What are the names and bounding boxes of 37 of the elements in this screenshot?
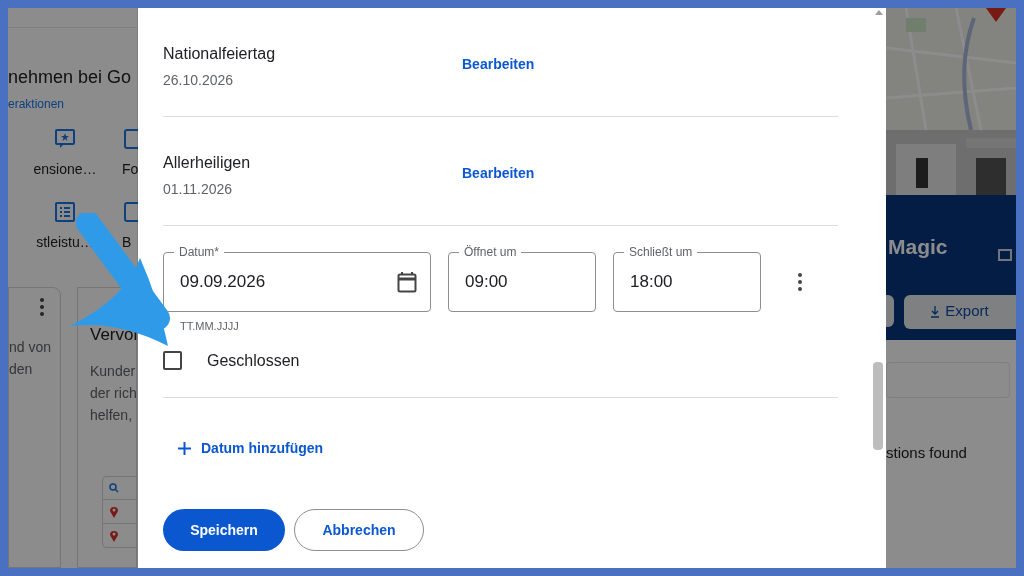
- holiday-date: 26.10.2026: [163, 70, 235, 90]
- export-button[interactable]: Export: [904, 294, 1016, 329]
- search-field[interactable]: [886, 362, 1010, 398]
- helper-text: TT.MM.JJJJ: [180, 319, 240, 334]
- more-icon[interactable]: [798, 273, 802, 291]
- card-text: Kunder der rich helfen,: [90, 361, 136, 425]
- checkbox-label[interactable]: Geschlossen: [207, 348, 300, 373]
- card-text: nd von den: [9, 338, 53, 379]
- save-button[interactable]: Speichern: [163, 509, 285, 551]
- panel-title: Magic: [888, 234, 948, 260]
- add-date-button[interactable]: Datum hinzufügen: [178, 438, 324, 459]
- menu-icon[interactable]: [998, 248, 1012, 261]
- checkbox[interactable]: [163, 351, 182, 370]
- holiday-name: Allerheiligen: [163, 152, 252, 173]
- calendar-icon[interactable]: [397, 271, 417, 293]
- shortcut-label[interactable]: Fo: [122, 159, 139, 180]
- pin-icon: [109, 528, 119, 542]
- card-title: Vervol: [90, 324, 136, 346]
- holiday-date: 01.11.2026: [163, 179, 234, 199]
- edit-link[interactable]: Bearbeiten: [462, 162, 535, 184]
- scrollbar-thumb[interactable]: [873, 362, 883, 450]
- review-icon[interactable]: [53, 127, 77, 151]
- plus-icon: [178, 442, 191, 455]
- shortcut-label[interactable]: B: [122, 232, 132, 253]
- page-heading: nehmen bei Go: [8, 66, 133, 89]
- search-icon[interactable]: [109, 482, 119, 493]
- more-icon[interactable]: [40, 298, 44, 316]
- cancel-button[interactable]: Abbrechen: [294, 509, 424, 551]
- download-icon: [931, 305, 940, 318]
- list-icon[interactable]: [53, 200, 77, 224]
- pin-icon: [109, 504, 119, 518]
- holiday-name: Nationalfeiertag: [163, 43, 277, 64]
- scroll-up-icon[interactable]: [875, 10, 883, 15]
- status-text: stions found: [886, 443, 968, 463]
- button[interactable]: [886, 294, 894, 327]
- shortcut-label[interactable]: ensione…: [33, 159, 97, 180]
- edit-link[interactable]: Bearbeiten: [462, 53, 535, 75]
